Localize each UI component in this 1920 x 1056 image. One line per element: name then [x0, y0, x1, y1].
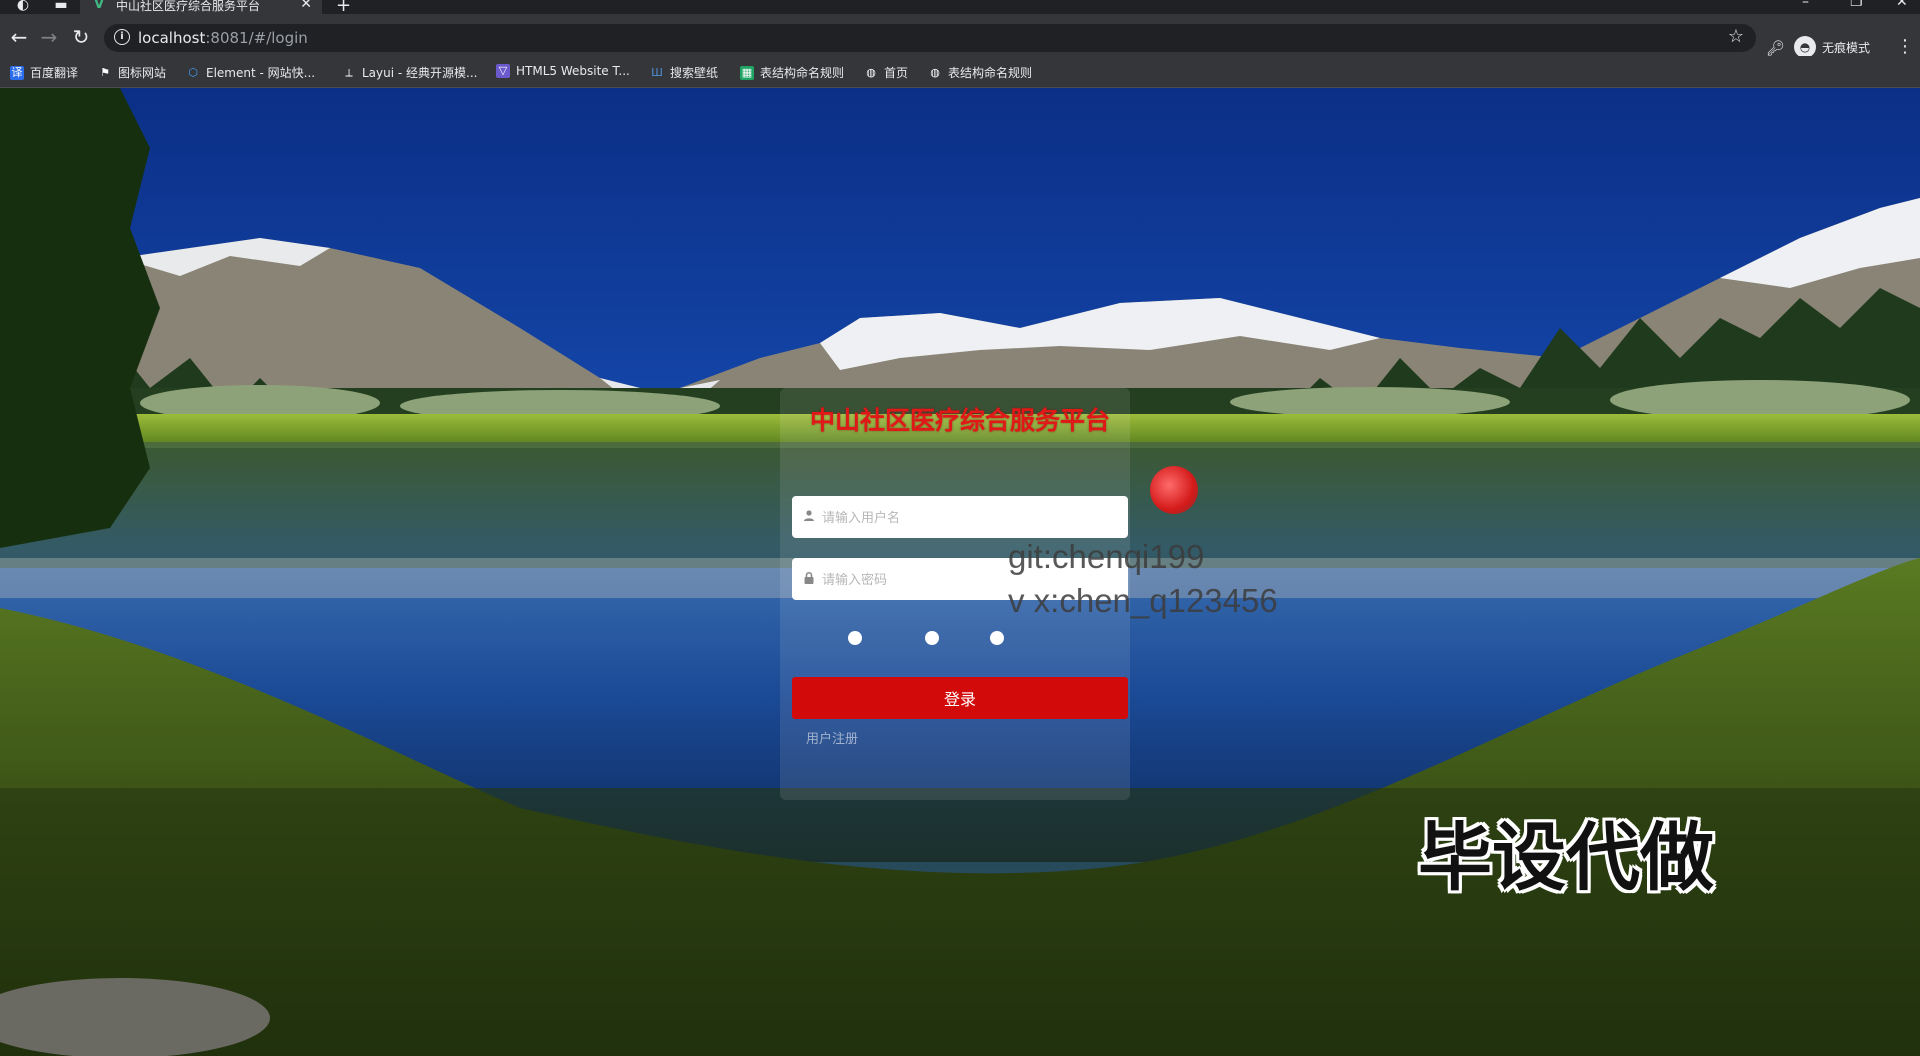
lock-icon: [804, 571, 814, 584]
username-input[interactable]: [822, 496, 1118, 538]
login-button[interactable]: 登录: [792, 677, 1128, 719]
wallpaper-icon: Ш: [651, 65, 663, 79]
role-radio-3[interactable]: [990, 631, 1004, 645]
tab-search-icon[interactable]: ▬: [52, 0, 70, 14]
bookmark-item[interactable]: ▽ HTML5 Website T...: [496, 64, 630, 78]
promo-caption: 毕设代做: [1418, 815, 1714, 901]
incognito-label: 无痕模式: [1822, 40, 1871, 55]
minimize-icon[interactable]: –: [1802, 0, 1809, 10]
bookmark-label: 表结构命名规则: [760, 66, 845, 80]
address-bar[interactable]: i localhost:8081/#/login ☆: [104, 24, 1756, 52]
layui-icon: ⟂: [345, 65, 353, 79]
chrome-menu-icon[interactable]: ◐: [14, 0, 32, 14]
site-info-icon[interactable]: i: [114, 29, 130, 45]
close-window-icon[interactable]: ✕: [1896, 0, 1908, 10]
more-menu-icon[interactable]: ⋮: [1896, 36, 1914, 57]
watermark-git: git:chenqi199: [1008, 538, 1205, 575]
incognito-icon: ◓: [1794, 36, 1816, 58]
bookmark-item[interactable]: ◍ 表结构命名规则: [928, 64, 1032, 81]
flag-icon: ⚑: [100, 65, 110, 79]
role-radio-2[interactable]: [925, 631, 939, 645]
tab-title: 中山社区医疗综合服务平台: [116, 0, 261, 13]
bookmark-label: 百度翻译: [30, 66, 79, 80]
password-key-icon[interactable]: 🔑︎: [1766, 39, 1785, 57]
sheet-icon: ▦: [740, 65, 754, 80]
bookmarks-bar: 译 百度翻译 ⚑ 图标网站 ⬡ Element - 网站快... ⟂ Layui…: [0, 56, 1920, 88]
reload-icon[interactable]: ↻: [70, 26, 92, 48]
user-icon: [804, 510, 814, 521]
username-field[interactable]: [792, 496, 1128, 538]
globe-icon: ◍: [866, 65, 876, 79]
bookmark-label: Element - 网站快...: [206, 66, 316, 80]
url-path: :8081/#/login: [205, 29, 308, 47]
html5-icon: ▽: [496, 64, 510, 78]
bookmark-item[interactable]: 译 百度翻译: [10, 64, 78, 81]
bookmark-item[interactable]: ⬡ Element - 网站快...: [186, 64, 315, 81]
close-tab-icon[interactable]: ✕: [300, 0, 312, 12]
bookmark-label: Layui - 经典开源模...: [362, 66, 478, 80]
mouse-cursor-highlight: [1150, 466, 1198, 514]
login-title: 中山社区医疗综合服务平台: [809, 406, 1110, 435]
register-link[interactable]: 用户注册: [806, 728, 858, 747]
bookmark-item[interactable]: ▦ 表结构命名规则: [740, 64, 844, 81]
bookmark-item[interactable]: ◍ 首页: [864, 64, 908, 81]
bookmark-label: 首页: [884, 66, 909, 80]
watermark-wechat: v x:chen_q123456: [1008, 582, 1278, 619]
browser-toolbar: ← → ↻ i localhost:8081/#/login ☆ 🔑︎ ◓ 无痕…: [0, 14, 1920, 62]
restore-icon[interactable]: ❐: [1850, 0, 1863, 10]
bookmark-label: 搜索壁纸: [670, 66, 719, 80]
globe-icon: ◍: [930, 65, 940, 79]
vue-favicon-icon: V: [94, 0, 105, 12]
bookmark-item[interactable]: Ш 搜索壁纸: [650, 64, 718, 81]
role-radio-1[interactable]: [848, 631, 862, 645]
tab-strip: ◐ ▬ V 中山社区医疗综合服务平台 ✕ + – ❐ ✕: [0, 0, 1920, 16]
browser-tab[interactable]: V 中山社区医疗综合服务平台 ✕: [80, 0, 322, 14]
element-icon: ⬡: [188, 65, 198, 79]
bookmark-label: 表结构命名规则: [948, 66, 1033, 80]
bookmark-star-icon[interactable]: ☆: [1728, 26, 1744, 47]
bookmark-item[interactable]: ⟂ Layui - 经典开源模...: [342, 64, 477, 81]
url-text[interactable]: localhost:8081/#/login: [138, 29, 308, 47]
translate-icon: 译: [10, 65, 24, 80]
back-arrow-icon[interactable]: ←: [8, 26, 30, 48]
url-host: localhost: [138, 29, 206, 47]
bookmark-label: HTML5 Website T...: [516, 64, 630, 78]
forward-arrow-icon[interactable]: →: [38, 26, 60, 48]
bookmark-label: 图标网站: [118, 66, 167, 80]
bookmark-item[interactable]: ⚑ 图标网站: [98, 64, 166, 81]
